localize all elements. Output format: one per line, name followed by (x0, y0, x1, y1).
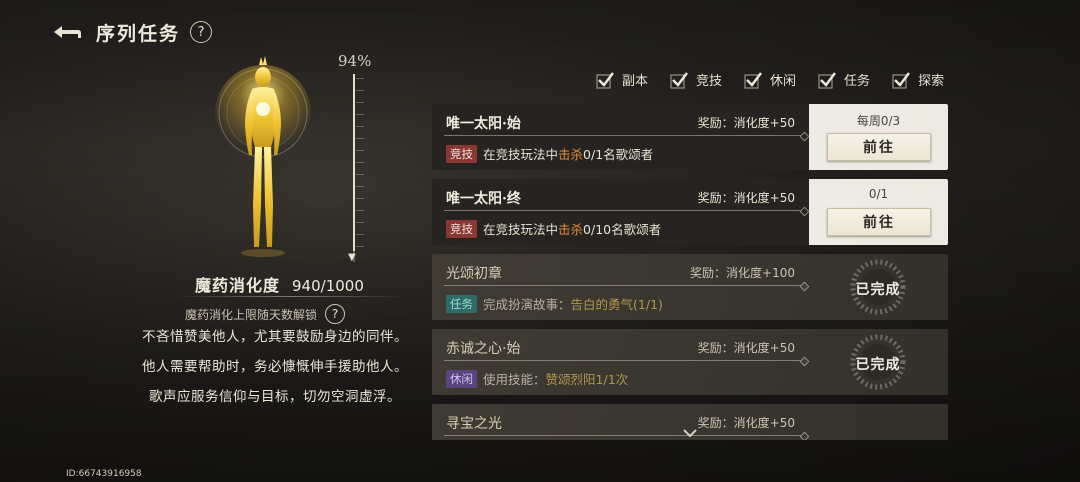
task-tag: 休闲 (446, 369, 477, 388)
filter-label: 探索 (918, 74, 945, 89)
divider (175, 296, 405, 297)
task-info: 唯一太阳·终 奖励：消化度+50 竞技 在竞技玩法中击杀0/10名歌颂者 (432, 179, 809, 245)
task-tag: 任务 (446, 294, 477, 313)
digest-row: 魔药消化度 940/1000 (195, 272, 364, 296)
lore-line: 歌声应服务信仰与目标，切勿空洞虚浮。 (149, 389, 401, 405)
checkbox-checked-icon (744, 71, 762, 89)
checkbox-checked-icon (818, 71, 837, 89)
task-count: 每周0/3 (856, 114, 901, 128)
back-arrow-icon (54, 26, 81, 38)
filter-leisure[interactable]: 休闲 (744, 70, 796, 89)
task-item: 唯一太阳·终 奖励：消化度+50 竞技 在竞技玩法中击杀0/10名歌颂者 0/1… (432, 179, 948, 245)
unlock-help-button[interactable]: ? (325, 304, 346, 324)
task-action: 已完成 (809, 329, 948, 395)
lore-text: 不吝惜赞美他人，尤其要鼓励身边的同伴。 他人需要帮助时，务必慷慨伸手援助他人。 … (125, 328, 425, 410)
task-desc-text: 1/1次 (595, 372, 629, 387)
task-info: 光颂初章 奖励：消化度+100 任务 完成扮演故事：告白的勇气(1/1) (432, 254, 809, 320)
checkbox-checked-icon (892, 71, 911, 89)
task-desc-highlight: 击杀 (558, 147, 584, 162)
filter-bar: 副本 竞技 休闲 任务 探索 (596, 70, 944, 89)
task-item: 赤诚之心·始 奖励：消化度+50 休闲 使用技能：赞颂烈阳1/1次 已完成 (432, 329, 948, 395)
divider (444, 435, 806, 436)
filter-label: 休闲 (770, 74, 797, 89)
task-desc-text: 在竞技玩法中 (483, 147, 559, 162)
task-desc-text: 0/10名歌颂者 (583, 222, 662, 237)
task-desc-highlight: 告白的勇气 (570, 297, 634, 312)
page-title: 序列任务 (96, 22, 181, 45)
task-info: 唯一太阳·始 奖励：消化度+50 竞技 在竞技玩法中击杀0/1名歌颂者 (432, 104, 809, 170)
sequence-figure (205, 55, 345, 270)
go-button[interactable]: 前往 (827, 208, 931, 236)
checkbox-checked-icon (670, 71, 688, 89)
help-button[interactable]: ? (190, 21, 213, 43)
task-desc-text: 在竞技玩法中 (483, 222, 559, 237)
filter-arena[interactable]: 竞技 (670, 70, 722, 89)
task-reward: 奖励：消化度+50 (697, 191, 795, 205)
task-action: 每周0/3 前往 (809, 104, 948, 170)
task-desc-text: 完成扮演故事： (483, 297, 571, 312)
progress-track (353, 74, 355, 262)
completed-badge: 已完成 (835, 258, 921, 316)
task-tag: 竞技 (446, 144, 477, 163)
completed-label: 已完成 (855, 282, 901, 298)
unlock-row: 魔药消化上限随天数解锁 ? (185, 304, 346, 324)
task-info: 寻宝之光 奖励：消化度+50 (432, 404, 809, 440)
task-item: 唯一太阳·始 奖励：消化度+50 竞技 在竞技玩法中击杀0/1名歌颂者 每周0/… (432, 104, 948, 170)
completed-badge: 已完成 (835, 333, 921, 391)
task-info: 赤诚之心·始 奖励：消化度+50 休闲 使用技能：赞颂烈阳1/1次 (432, 329, 809, 395)
progress-percent: 94% (338, 52, 372, 70)
filter-label: 任务 (844, 74, 871, 89)
task-list[interactable]: 唯一太阳·始 奖励：消化度+50 竞技 在竞技玩法中击杀0/1名歌颂者 每周0/… (432, 104, 948, 440)
filter-quest[interactable]: 任务 (818, 70, 870, 89)
task-desc-text: (1/1) (633, 297, 663, 312)
task-reward: 奖励：消化度+50 (697, 416, 795, 430)
unlock-text: 魔药消化上限随天数解锁 (185, 307, 318, 322)
progress-ticks (356, 78, 364, 258)
go-button[interactable]: 前往 (827, 133, 931, 161)
task-action: 已完成 (809, 254, 948, 320)
task-desc: 竞技 在竞技玩法中击杀0/10名歌颂者 (446, 219, 661, 238)
user-id: ID:66743916958 (66, 469, 142, 479)
checkbox-checked-icon (596, 71, 614, 89)
digest-value: 940/1000 (292, 277, 364, 295)
task-count: 0/1 (868, 187, 889, 201)
header: 序列任务 ? (48, 16, 213, 48)
task-name: 赤诚之心·始 (446, 341, 521, 357)
filter-label: 竞技 (696, 74, 723, 89)
task-desc-highlight: 击杀 (558, 222, 584, 237)
divider (444, 285, 806, 286)
divider (444, 135, 806, 136)
task-desc: 竞技 在竞技玩法中击杀0/1名歌颂者 (446, 144, 653, 163)
golden-figure-icon (215, 56, 311, 257)
task-name: 寻宝之光 (446, 416, 502, 432)
lore-line: 他人需要帮助时，务必慷慨伸手援助他人。 (142, 359, 408, 375)
task-desc-highlight: 赞颂烈阳 (545, 372, 596, 387)
progress-fill (353, 74, 355, 251)
task-name: 唯一太阳·终 (446, 191, 521, 207)
task-action: 0/1 前往 (809, 179, 948, 245)
task-desc-text: 0/1名歌颂者 (583, 147, 654, 162)
scroll-down-chevron-icon[interactable] (682, 428, 698, 438)
task-desc-text: 使用技能： (483, 372, 546, 387)
task-reward: 奖励：消化度+50 (697, 341, 795, 355)
lore-line: 不吝惜赞美他人，尤其要鼓励身边的同伴。 (142, 329, 408, 345)
task-desc: 休闲 使用技能：赞颂烈阳1/1次 (446, 369, 628, 388)
task-tag: 竞技 (446, 219, 477, 238)
progress-arrow-icon: ▼ (348, 252, 356, 263)
filter-explore[interactable]: 探索 (892, 70, 944, 89)
task-reward: 奖励：消化度+50 (697, 116, 795, 130)
task-name: 光颂初章 (446, 266, 502, 282)
task-reward: 奖励：消化度+100 (690, 266, 795, 280)
divider (444, 360, 806, 361)
task-name: 唯一太阳·始 (446, 116, 521, 132)
digest-label: 魔药消化度 (195, 276, 281, 295)
filter-dungeon[interactable]: 副本 (596, 70, 648, 89)
completed-label: 已完成 (855, 357, 901, 373)
task-item: 光颂初章 奖励：消化度+100 任务 完成扮演故事：告白的勇气(1/1) 已完成 (432, 254, 948, 320)
divider (444, 210, 806, 211)
filter-label: 副本 (622, 74, 649, 89)
back-button[interactable] (48, 19, 88, 45)
task-desc: 任务 完成扮演故事：告白的勇气(1/1) (446, 294, 663, 313)
